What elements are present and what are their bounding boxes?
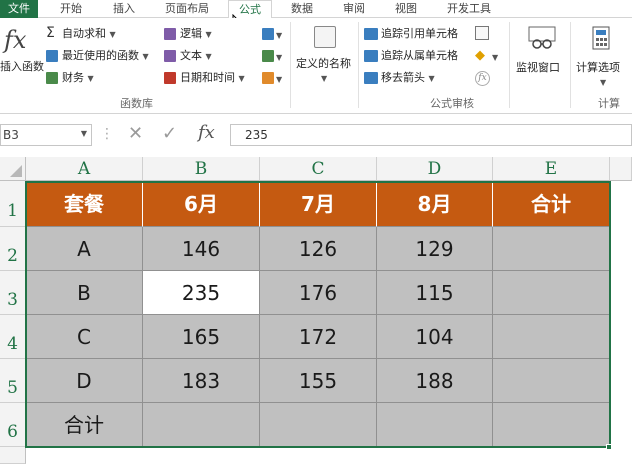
tab-developer[interactable]: 开发工具 [438, 0, 500, 18]
text-icon [164, 50, 176, 62]
enter-icon[interactable]: ✓ [162, 123, 177, 144]
formula-bar: B3 ▼ ⋮ ✕ ✓ fx 235 [0, 122, 632, 148]
table-cell[interactable]: 172 [260, 315, 377, 359]
worksheet-grid: A B C D E 1 2 3 4 5 6 套餐 6月 7月 8月 合计 A 1… [0, 157, 632, 464]
math-icon[interactable] [262, 50, 274, 62]
name-box[interactable]: B3 ▼ [0, 124, 92, 146]
trace-precedents-button[interactable]: 追踪引用单元格 [381, 27, 458, 41]
insert-function-button[interactable]: 插入函数 [0, 60, 44, 74]
fx-icon[interactable]: fx [4, 26, 26, 54]
table-cell[interactable]: C [26, 315, 143, 359]
table-cell[interactable] [260, 403, 377, 447]
row-header-7[interactable] [0, 447, 26, 464]
table-cell[interactable] [493, 359, 610, 403]
sigma-icon: Σ [46, 25, 55, 41]
autosum-button[interactable]: 自动求和 ▼ [62, 27, 116, 42]
tab-home[interactable]: 开始 [52, 0, 90, 18]
column-header-d[interactable]: D [377, 157, 493, 181]
logical-button[interactable]: 逻辑 ▼ [180, 27, 212, 42]
table-header-cell[interactable]: 套餐 [26, 181, 143, 227]
trace-dependents-icon [364, 50, 378, 62]
table-cell[interactable]: 合计 [26, 403, 143, 447]
table-cell[interactable] [493, 227, 610, 271]
more-functions-icon[interactable] [262, 72, 274, 84]
remove-arrows-button[interactable]: 移去箭头 ▼ [381, 71, 435, 86]
table-cell[interactable]: A [26, 227, 143, 271]
table-cell[interactable] [143, 403, 260, 447]
table-cell[interactable]: D [26, 359, 143, 403]
calculator-icon [592, 26, 610, 50]
active-cell[interactable]: 235 [143, 271, 260, 315]
error-check-icon[interactable]: ◆ [475, 49, 485, 63]
evaluate-formula-icon[interactable]: fx [475, 71, 490, 86]
group-formula-auditing: 公式审核 [430, 97, 474, 110]
table-cell[interactable] [493, 271, 610, 315]
column-header-b[interactable]: B [143, 157, 260, 181]
table-cell[interactable]: 126 [260, 227, 377, 271]
table-header-cell[interactable]: 8月 [377, 181, 493, 227]
financial-button[interactable]: 财务 ▼ [62, 71, 94, 86]
column-header-e[interactable]: E [493, 157, 610, 181]
tab-view[interactable]: 视图 [386, 0, 426, 18]
fill-handle[interactable] [606, 444, 612, 450]
trace-dependents-button[interactable]: 追踪从属单元格 [381, 49, 458, 63]
remove-arrows-icon [364, 72, 378, 84]
cancel-icon[interactable]: ✕ [128, 123, 143, 144]
column-header-f[interactable] [610, 157, 632, 181]
table-cell[interactable]: 146 [143, 227, 260, 271]
name-box-dropdown-icon[interactable]: ▼ [81, 129, 87, 138]
column-header-a[interactable]: A [26, 157, 143, 181]
row-header-5[interactable]: 5 [0, 359, 26, 403]
table-cell[interactable] [493, 403, 610, 447]
row-header-6[interactable]: 6 [0, 403, 26, 447]
watch-window-button[interactable]: 监视窗口 [516, 61, 560, 75]
table-header-cell[interactable]: 6月 [143, 181, 260, 227]
insert-function-icon[interactable]: fx [198, 122, 215, 143]
tab-review[interactable]: 审阅 [334, 0, 374, 18]
select-all-corner[interactable] [0, 157, 26, 181]
calc-options-button[interactable]: 计算选项 [576, 61, 620, 75]
group-calculation: 计算 [598, 97, 620, 110]
tab-insert[interactable]: 插入 [104, 0, 144, 18]
table-cell[interactable]: 165 [143, 315, 260, 359]
tab-data[interactable]: 数据 [282, 0, 322, 18]
table-header-cell[interactable]: 合计 [493, 181, 610, 227]
datetime-button[interactable]: 日期和时间 ▼ [180, 71, 245, 86]
row-header-4[interactable]: 4 [0, 315, 26, 359]
row-header-2[interactable]: 2 [0, 227, 26, 271]
table-cell[interactable]: 176 [260, 271, 377, 315]
table-cell[interactable]: 104 [377, 315, 493, 359]
recent-functions-button[interactable]: 最近使用的函数 ▼ [62, 49, 149, 64]
trace-precedents-icon [364, 28, 378, 40]
table-cell[interactable]: 155 [260, 359, 377, 403]
table-cell[interactable] [493, 315, 610, 359]
show-formulas-icon[interactable] [475, 26, 489, 40]
table-cell[interactable]: 188 [377, 359, 493, 403]
lookup-icon[interactable] [262, 28, 274, 40]
row-header-3[interactable]: 3 [0, 271, 26, 315]
group-function-library: 函数库 [120, 97, 153, 110]
ribbon: fx 插入函数 Σ 自动求和 ▼ 最近使用的函数 ▼ 财务 ▼ 逻辑 ▼ 文本 … [0, 18, 632, 114]
glasses-icon [528, 26, 556, 49]
table-cell[interactable]: B [26, 271, 143, 315]
ribbon-tab-bar: 文件 开始 插入 页面布局 公式 数据 审阅 视图 开发工具 [0, 0, 632, 32]
table-header-cell[interactable]: 7月 [260, 181, 377, 227]
table-cell[interactable]: 115 [377, 271, 493, 315]
formula-input[interactable]: 235 [230, 124, 632, 146]
table-cell[interactable]: 129 [377, 227, 493, 271]
logical-icon [164, 28, 176, 40]
text-button[interactable]: 文本 ▼ [180, 49, 212, 64]
tab-page-layout[interactable]: 页面布局 [156, 0, 218, 18]
table-cell[interactable]: 183 [143, 359, 260, 403]
column-header-c[interactable]: C [260, 157, 377, 181]
financial-icon [46, 72, 58, 84]
star-icon [46, 50, 58, 62]
row-header-1[interactable]: 1 [0, 181, 26, 227]
tab-file[interactable]: 文件 [0, 0, 38, 18]
resize-dots-icon[interactable]: ⋮ [100, 126, 114, 142]
clock-icon [164, 72, 176, 84]
table-cell[interactable] [377, 403, 493, 447]
defined-names-button[interactable]: 定义的名称 [296, 57, 351, 71]
name-manager-icon [314, 26, 336, 48]
